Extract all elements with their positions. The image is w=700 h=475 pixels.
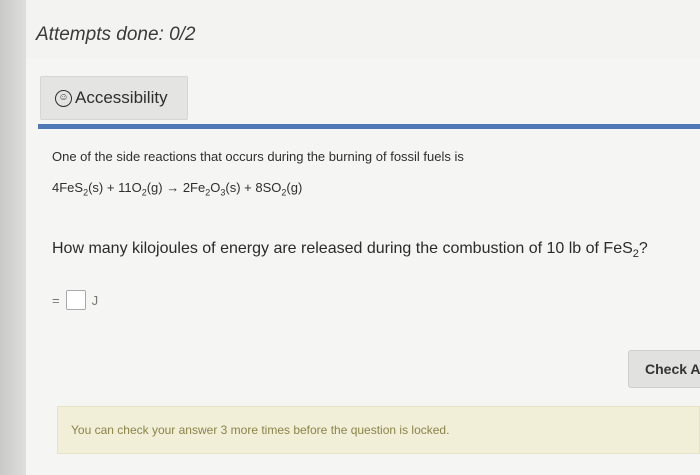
answer-input[interactable] [65,290,86,310]
question-body: How many kilojoules of energy are releas… [52,240,633,257]
chemical-equation: 4FeS2(s) + 11O2(g) → 2Fe2O3(s) + 8SO2(g) [52,180,302,198]
accessibility-icon: ☺ [55,89,72,107]
equation-term: (g) → 2Fe [146,180,206,195]
equation-term: 4FeS [52,180,84,195]
attempts-notice: You can check your answer 3 more times b… [57,406,700,454]
answer-unit: J [91,292,99,308]
equals-sign: = [52,292,60,308]
equation-term: O [210,180,221,195]
accessibility-button[interactable]: ☺ Accessibility [40,76,188,120]
equation-term: (s) + 8SO [225,180,282,195]
attempts-counter: Attempts done: 0/2 [36,24,196,45]
answer-row: = J [52,290,98,310]
question-mark: ? [638,240,648,257]
question-text: How many kilojoules of energy are releas… [52,240,648,260]
section-divider [38,124,700,129]
equation-term: (g) [286,180,303,195]
problem-intro: One of the side reactions that occurs du… [52,149,464,164]
attempts-notice-text: You can check your answer 3 more times b… [71,423,450,437]
check-answer-button[interactable]: Check An [628,350,700,388]
page-left-edge [0,0,26,475]
equation-term: (s) + 11O [88,180,142,195]
accessibility-label: Accessibility [75,88,168,107]
